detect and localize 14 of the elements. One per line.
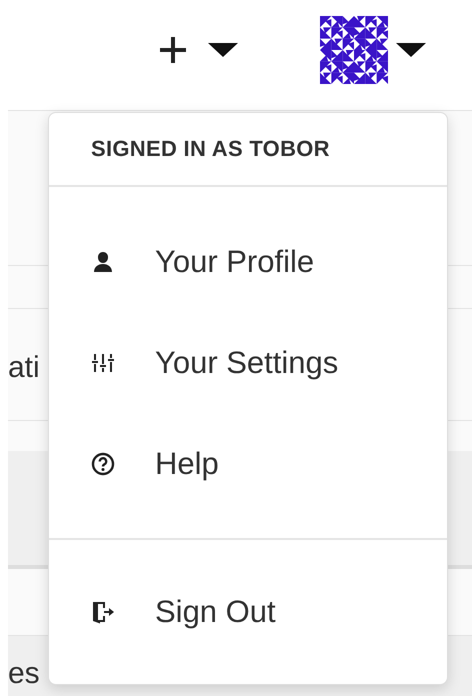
avatar-icon xyxy=(320,16,388,84)
caret-icon xyxy=(396,43,426,57)
signed-in-label: SIGNED IN AS TOBOR xyxy=(91,136,330,162)
person-icon xyxy=(91,250,115,274)
help-icon xyxy=(91,452,115,476)
menu-item[interactable]: Sign Out xyxy=(49,562,447,662)
plus-icon xyxy=(158,35,188,65)
menu-item[interactable]: Help xyxy=(49,413,447,514)
caret-icon xyxy=(208,43,238,57)
door-exit-icon xyxy=(91,600,115,624)
truncated-text: es xyxy=(8,657,40,691)
truncated-text: ati xyxy=(8,351,40,385)
menu-item[interactable]: Your Settings xyxy=(49,312,447,413)
menu-item[interactable]: Your Profile xyxy=(49,211,447,312)
